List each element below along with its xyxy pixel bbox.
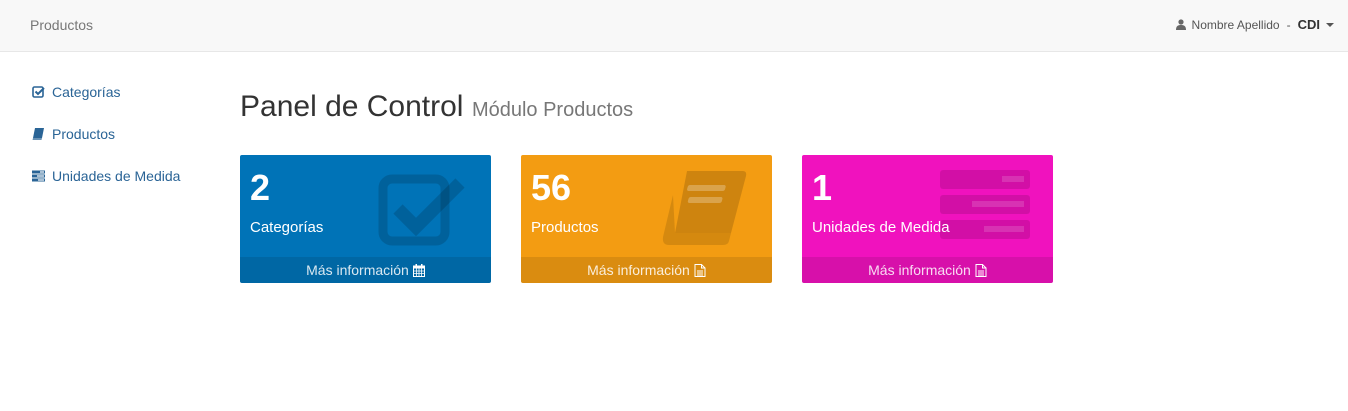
sidebar-item-label: Productos <box>52 126 116 142</box>
card-label: Unidades de Medida <box>812 219 950 236</box>
more-info-label: Más información <box>587 262 690 278</box>
sidebar-item-label: Categorías <box>52 84 121 100</box>
chevron-down-icon <box>1326 22 1334 27</box>
more-info-label: Más información <box>868 262 971 278</box>
sidebar-item-categorias[interactable]: Categorías <box>32 84 180 100</box>
sidebar-nav: Categorías Productos Unidades de Medida <box>32 84 180 210</box>
more-info-label: Más información <box>306 262 409 278</box>
page-header: Panel de Control Módulo Productos <box>240 90 633 124</box>
sidebar-item-productos[interactable]: Productos <box>32 126 180 142</box>
navbar-brand-link[interactable]: Productos <box>30 17 93 33</box>
card-label: Productos <box>531 219 599 236</box>
card-label: Categorías <box>250 219 324 236</box>
stat-card-unidades: 1 Unidades de Medida Más información <box>802 155 1053 283</box>
user-menu-dropdown[interactable]: Nombre Apellido - CDI <box>1175 17 1334 32</box>
user-icon <box>1175 19 1186 30</box>
more-info-link[interactable]: Más información <box>240 257 491 283</box>
user-organization: CDI <box>1297 17 1320 32</box>
user-name: Nombre Apellido <box>1191 17 1280 32</box>
more-info-link[interactable]: Más información <box>521 257 772 283</box>
calendar-icon <box>412 263 425 277</box>
card-count: 56 <box>531 167 572 208</box>
card-count: 1 <box>812 167 833 208</box>
user-separator: - <box>1286 17 1291 32</box>
book-icon <box>32 128 44 140</box>
list-icon <box>32 170 45 182</box>
card-count: 2 <box>250 167 271 208</box>
page-subtitle: Módulo Productos <box>471 99 634 121</box>
top-navbar: Productos Nombre Apellido - CDI <box>0 0 1348 52</box>
file-icon <box>975 263 987 277</box>
check-square-icon <box>378 174 465 246</box>
stat-card-productos: 56 Productos Más información <box>521 155 772 283</box>
more-info-link[interactable]: Más información <box>802 257 1053 283</box>
page-title: Panel de Control <box>240 90 464 123</box>
check-square-icon <box>32 86 45 98</box>
stat-card-categorias: 2 Categorías Más información <box>240 155 491 283</box>
list-icon <box>940 170 1030 239</box>
sidebar-item-unidades[interactable]: Unidades de Medida <box>32 168 180 184</box>
book-icon <box>662 171 747 245</box>
sidebar-item-label: Unidades de Medida <box>52 168 181 184</box>
file-icon <box>694 263 706 277</box>
